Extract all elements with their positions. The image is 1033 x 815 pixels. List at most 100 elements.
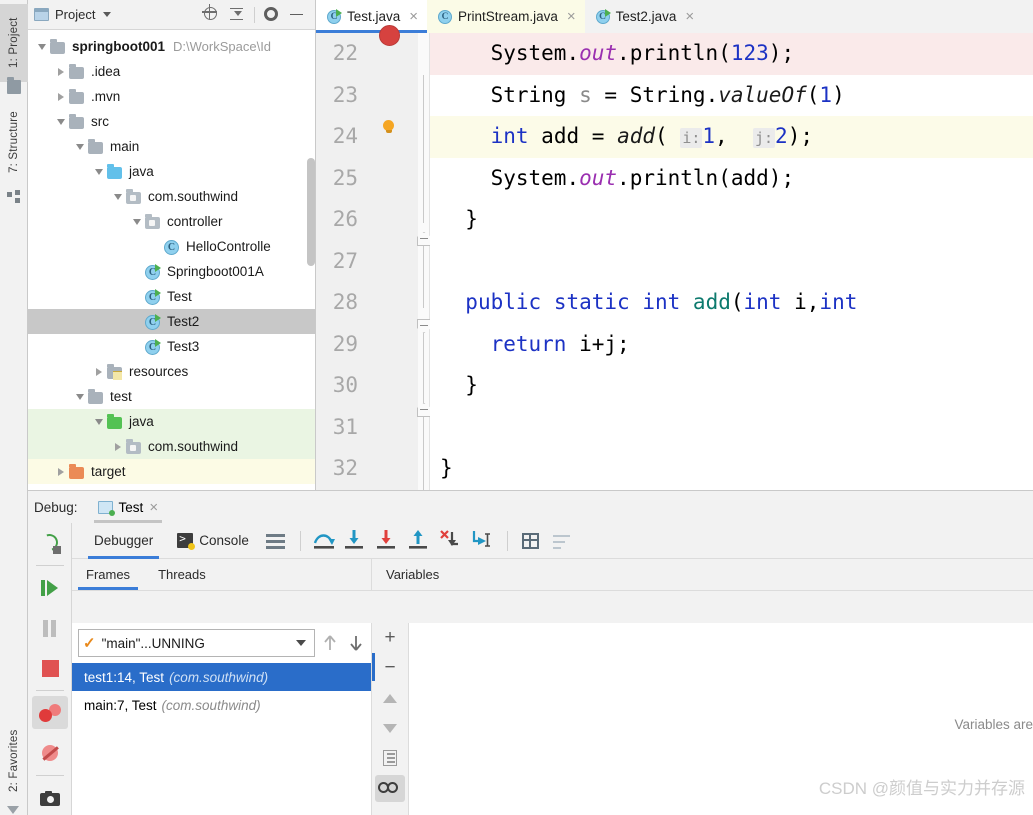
chevron-down-icon[interactable] <box>296 640 306 646</box>
add-watch-button[interactable]: + <box>372 623 408 653</box>
chevron-right-icon[interactable] <box>53 67 69 76</box>
step-into-icon[interactable] <box>343 528 369 554</box>
tab-frames[interactable]: Frames <box>72 559 144 590</box>
fold-marker-end-icon[interactable] <box>417 232 431 246</box>
editor-tab-test-java[interactable]: C Test.java × <box>316 0 428 33</box>
chevron-right-icon[interactable] <box>91 367 107 376</box>
code-editor[interactable]: 22 23 24 25 26 27 28 29 30 31 32 System.out.printl… <box>316 25 1033 492</box>
copy-value-button[interactable] <box>372 743 408 773</box>
chevron-down-icon[interactable] <box>91 168 107 175</box>
intention-bulb-icon[interactable] <box>382 120 395 133</box>
line-number-22[interactable]: 22 <box>316 33 366 75</box>
line-number-26[interactable]: 26 <box>316 199 366 241</box>
line-number-25[interactable]: 25 <box>316 158 366 200</box>
fold-marker-start-icon[interactable] <box>417 319 431 333</box>
next-frame-button[interactable] <box>345 630 367 656</box>
collapse-all-icon[interactable] <box>229 7 245 23</box>
chevron-down-icon[interactable] <box>53 118 69 125</box>
step-over-icon[interactable] <box>311 528 337 554</box>
chevron-down-icon[interactable] <box>72 143 88 150</box>
tree-item-test2[interactable]: C Test2 <box>28 309 315 334</box>
chevron-down-icon[interactable] <box>103 12 112 17</box>
sidebar-tab-project[interactable]: 1: Project <box>0 4 28 82</box>
line-number-29[interactable]: 29 <box>316 324 366 366</box>
line-number-30[interactable]: 30 <box>316 365 366 407</box>
drop-frame-icon[interactable] <box>439 528 465 554</box>
pause-program-button[interactable] <box>28 608 72 648</box>
line-number-gutter[interactable]: 22 23 24 25 26 27 28 29 30 31 32 <box>316 33 366 490</box>
evaluate-expression-icon[interactable] <box>518 528 544 554</box>
run-to-cursor-icon[interactable] <box>471 528 497 554</box>
line-number-23[interactable]: 23 <box>316 75 366 117</box>
project-tree[interactable]: springboot001 D:\WorkSpace\Id .idea .mvn src… <box>28 30 315 488</box>
tree-item-resources[interactable]: resources <box>28 359 315 384</box>
prev-frame-button[interactable] <box>319 630 341 656</box>
frames-list[interactable]: test1:14, Test (com.southwind) main:7, Tes… <box>72 663 371 719</box>
chevron-right-icon[interactable] <box>53 92 69 101</box>
tree-item-hellocontrolle[interactable]: C HelloControlle <box>28 234 315 259</box>
tree-item-java[interactable]: java <box>28 409 315 434</box>
thread-selector-combo[interactable]: ✓ "main"...UNNING <box>78 629 315 657</box>
mute-breakpoints-button[interactable] <box>28 733 72 773</box>
locate-icon[interactable] <box>204 6 220 23</box>
sidebar-tab-favorites[interactable]: 2: Favorites <box>0 718 28 804</box>
tree-item-test3[interactable]: C Test3 <box>28 334 315 359</box>
minimize-icon[interactable] <box>289 7 305 23</box>
line-number-27[interactable]: 27 <box>316 241 366 283</box>
line-number-24[interactable]: 24 <box>316 116 366 158</box>
editor-tab-test2-java[interactable]: C Test2.java × <box>585 0 704 33</box>
tab-debugger[interactable]: Debugger <box>82 523 165 559</box>
sidebar-tab-structure[interactable]: 7: Structure <box>0 98 28 186</box>
tree-item-com-southwind[interactable]: com.southwind <box>28 434 315 459</box>
chevron-right-icon[interactable] <box>53 467 69 476</box>
tree-item-springboot001a[interactable]: C Springboot001A <box>28 259 315 284</box>
tab-console[interactable]: Console <box>165 523 261 559</box>
screenshot-button[interactable] <box>28 778 72 815</box>
rerun-button[interactable] <box>28 523 72 563</box>
tree-item-java[interactable]: java <box>28 159 315 184</box>
inspect-button[interactable] <box>372 773 408 803</box>
force-step-into-icon[interactable] <box>375 528 401 554</box>
line-number-32[interactable]: 32 <box>316 448 366 490</box>
gear-icon[interactable] <box>264 6 280 23</box>
breakpoint-icon[interactable] <box>379 25 400 46</box>
chevron-down-icon[interactable] <box>91 418 107 425</box>
resume-program-button[interactable] <box>28 568 72 608</box>
move-up-button[interactable] <box>372 683 408 713</box>
code-text-area[interactable]: System.out.println(123); String s = Stri… <box>430 33 1033 490</box>
tree-item-src[interactable]: src <box>28 109 315 134</box>
tree-item-springboot001[interactable]: springboot001 D:\WorkSpace\Id <box>28 34 315 59</box>
line-number-28[interactable]: 28 <box>316 282 366 324</box>
tree-item--mvn[interactable]: .mvn <box>28 84 315 109</box>
tree-item-com-southwind[interactable]: com.southwind <box>28 184 315 209</box>
chevron-down-icon[interactable] <box>72 393 88 400</box>
close-icon[interactable]: × <box>567 9 576 24</box>
frame-item[interactable]: main:7, Test (com.southwind) <box>72 691 371 719</box>
tree-item-test[interactable]: C Test <box>28 284 315 309</box>
fold-marker-end2-icon[interactable] <box>417 403 431 417</box>
chevron-down-icon[interactable] <box>34 43 50 50</box>
code-folding-column[interactable] <box>417 33 431 492</box>
frame-item[interactable]: test1:14, Test (com.southwind) <box>72 663 371 691</box>
remove-watch-button[interactable]: − <box>372 653 408 683</box>
tree-item-target[interactable]: target <box>28 459 315 484</box>
layout-icon[interactable] <box>264 528 290 554</box>
tree-item--idea[interactable]: .idea <box>28 59 315 84</box>
chevron-down-icon[interactable] <box>110 193 126 200</box>
tab-threads[interactable]: Threads <box>144 559 220 590</box>
stop-button[interactable] <box>28 648 72 688</box>
gutter-marker-column[interactable] <box>366 25 418 490</box>
view-breakpoints-button[interactable] <box>28 693 72 733</box>
chevron-down-icon[interactable] <box>129 218 145 225</box>
close-icon[interactable]: × <box>685 9 694 24</box>
line-number-31[interactable]: 31 <box>316 407 366 449</box>
variables-pane[interactable]: Variables are CSDN @颜值与实力并存源 <box>409 623 1033 815</box>
close-icon[interactable]: × <box>409 9 418 24</box>
step-out-icon[interactable] <box>407 528 433 554</box>
editor-tab-printstream-java[interactable]: C PrintStream.java × <box>427 0 585 33</box>
move-down-button[interactable] <box>372 713 408 743</box>
tree-item-main[interactable]: main <box>28 134 315 159</box>
tree-item-test[interactable]: test <box>28 384 315 409</box>
close-icon[interactable]: × <box>149 499 158 516</box>
chevron-right-icon[interactable] <box>110 442 126 451</box>
